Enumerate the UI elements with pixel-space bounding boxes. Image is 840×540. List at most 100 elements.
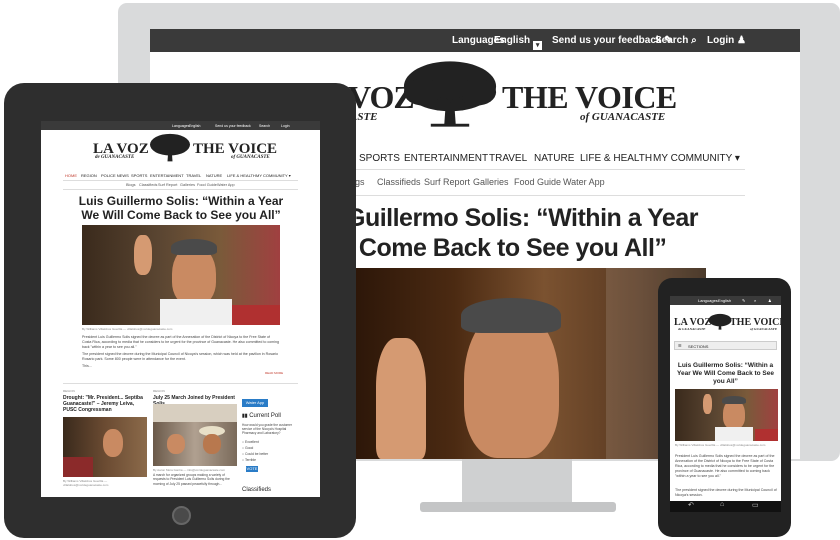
- nav-life-health[interactable]: LIFE & HEALTH: [580, 153, 652, 164]
- tablet-col1-title[interactable]: Drought: "Mr. President... Septiba Guana…: [63, 395, 147, 413]
- tablet-col2-face-1: [167, 434, 185, 454]
- tablet-subnav-divider: [63, 189, 298, 190]
- nav-entertainment[interactable]: ENTERTAINMENT: [404, 153, 488, 164]
- tablet-section-divider: [63, 383, 298, 384]
- tablet-col2-text: A march for organized groups making a va…: [153, 473, 230, 486]
- monitor-stand-base: [420, 502, 616, 512]
- tablet-col2-credit: By Aaron Mora Garcia — info@vozdeguanaca…: [153, 468, 226, 472]
- tablet-poll-options: ○ Excellent ○ Good ○ Could be better ○ T…: [242, 439, 268, 463]
- tablet-subnav-galleries[interactable]: Galleries: [180, 183, 195, 187]
- subnav-water-app[interactable]: Water App: [563, 177, 605, 187]
- tablet-nav-divider: [63, 180, 298, 181]
- tablet-headline[interactable]: Luis Guillermo Solis: “Within a Year We …: [71, 194, 291, 222]
- tablet-classifieds-title[interactable]: Classifieds: [242, 487, 271, 493]
- phone-red-banner: [755, 429, 778, 441]
- tablet-language-select[interactable]: English: [189, 124, 200, 128]
- tablet-water-app-button[interactable]: Water App: [242, 399, 268, 407]
- tablet-subnav-surf[interactable]: Surf Report: [158, 183, 177, 187]
- subnav-galleries[interactable]: Galleries: [473, 177, 509, 187]
- nav-sports[interactable]: SPORTS: [359, 153, 400, 164]
- tablet-subnav-blogs[interactable]: Blogs: [126, 183, 136, 187]
- tablet-hero-photo[interactable]: [82, 225, 280, 325]
- subnav-food-guide[interactable]: Food Guide: [514, 177, 561, 187]
- tablet-logo-la-voz-sub: de GUANACASTE: [95, 155, 135, 160]
- tablet-languages-label: Languages: [172, 124, 190, 128]
- phone-feedback-icon[interactable]: ✎: [742, 298, 745, 303]
- phone-sections-menu[interactable]: ☰ SECTIONS: [674, 341, 777, 350]
- dropdown-icon: ▾: [533, 41, 543, 50]
- phone-logo-la-voz-sub: de GUANACASTE: [678, 327, 706, 331]
- tablet-body-p2: The president signed the decree during t…: [82, 352, 279, 361]
- tablet-read-more[interactable]: READ MORE: [265, 371, 283, 375]
- tablet-nav-home[interactable]: HOME: [65, 173, 77, 178]
- tablet-col2-face-2: [203, 434, 221, 454]
- tablet-nav-travel[interactable]: TRAVEL: [186, 173, 201, 178]
- phone-hero-photo[interactable]: [675, 389, 778, 441]
- tablet-vote-button[interactable]: VOTE: [246, 466, 258, 472]
- phone-android-nav-bar: ↶ ⌂ ▭: [670, 501, 781, 512]
- search-link[interactable]: Search ⌕: [655, 35, 697, 46]
- tablet-screen: Languages English Send us your feedback …: [41, 121, 320, 497]
- tablet-col2-photo[interactable]: [153, 404, 237, 466]
- tablet-login-link[interactable]: Login: [281, 124, 290, 128]
- tablet-feedback-link[interactable]: Send us your feedback: [215, 124, 251, 128]
- phone-photo-credit: By Williams Villalobos Guerilla — villal…: [675, 443, 766, 447]
- oak-tree-logo-icon: [708, 313, 732, 330]
- tablet-raised-hand: [134, 235, 152, 275]
- monitor-stand: [462, 459, 572, 505]
- tablet-nav-region[interactable]: REGION: [81, 173, 97, 178]
- tablet-top-bar: Languages English Send us your feedback …: [41, 121, 320, 130]
- raised-hand: [376, 338, 426, 459]
- nav-divider: [350, 169, 745, 170]
- tablet-president-shirt: [160, 299, 232, 325]
- logo-the-voice-sub: of GUANACASTE: [580, 111, 666, 123]
- tablet-poll-question: How would you grade the customer service…: [242, 423, 292, 435]
- phone-body-p1: President Luis Guillermo Solis signed th…: [675, 454, 775, 478]
- tablet-subnav-water[interactable]: Water App: [217, 183, 235, 187]
- tablet-col1-credit: By Williams Villalobos Guerilla — villal…: [63, 479, 109, 487]
- phone-body-p2: The president signed the decree during t…: [675, 488, 777, 497]
- tablet-nav-entertainment[interactable]: ENTERTAINMENT: [150, 173, 184, 178]
- tablet-nav-my-community[interactable]: MY COMMUNITY ▾: [256, 173, 291, 178]
- tablet-col1-face: [103, 429, 123, 457]
- tablet-nav-police[interactable]: POLICE NEWS: [101, 173, 129, 178]
- tablet-poll-title: ▮▮ Current Poll: [242, 413, 281, 419]
- nav-nature[interactable]: NATURE: [534, 153, 574, 164]
- tablet-nav-nature[interactable]: NATURE: [206, 173, 222, 178]
- tablet-home-button[interactable]: [172, 506, 191, 525]
- tablet-president-hair: [171, 239, 217, 255]
- subnav-surf-report[interactable]: Surf Report: [424, 177, 470, 187]
- phone-logo-the-voice-sub: of GUANACASTE: [750, 327, 778, 331]
- poll-option-terrible[interactable]: ○ Terrible: [242, 457, 268, 463]
- tablet-photo-credit: By Williams Villalobos Guerilla — villal…: [82, 327, 173, 331]
- tablet-search-link[interactable]: Search: [259, 124, 270, 128]
- desktop-hero-photo[interactable]: [346, 268, 706, 459]
- tablet-nav-life-health[interactable]: LIFE & HEALTH: [227, 173, 256, 178]
- phone-search-icon[interactable]: ⌕: [754, 298, 756, 303]
- tablet-col1-photo[interactable]: [63, 417, 147, 477]
- phone-user-icon[interactable]: ♟: [768, 298, 772, 303]
- subnav-divider: [350, 195, 745, 196]
- nav-travel[interactable]: TRAVEL: [489, 153, 527, 164]
- phone-language-select[interactable]: English: [718, 298, 731, 303]
- hamburger-icon: ☰: [678, 343, 682, 348]
- tablet-body-p1: President Luis Guillermo Solis signed th…: [82, 335, 279, 349]
- phone-sections-label: SECTIONS: [688, 344, 709, 349]
- desktop-headline[interactable]: Guillermo Solis: “Within a Year l Come B…: [346, 203, 756, 263]
- phone-president-hair: [722, 396, 746, 404]
- tablet-subnav-food[interactable]: Food Guide: [197, 183, 217, 187]
- desktop-top-bar: Languages English ▾ Send us your feedback…: [150, 29, 800, 52]
- login-link[interactable]: Login ♟: [707, 35, 746, 46]
- nav-my-community[interactable]: MY COMMUNITY ▾: [653, 153, 740, 164]
- recents-icon[interactable]: ▭: [752, 501, 759, 509]
- phone-president-shirt: [715, 427, 753, 441]
- tablet-subnav-classifieds[interactable]: Classifieds: [139, 183, 157, 187]
- phone-headline[interactable]: Luis Guillermo Solis: “Within a Year We …: [672, 362, 779, 386]
- back-icon[interactable]: ↶: [688, 501, 694, 509]
- phone-screen: Languages English ✎ ⌕ ♟ LA VOZ THE VOICE…: [670, 296, 781, 512]
- tablet-nav-sports[interactable]: SPORTS: [131, 173, 147, 178]
- subnav-classifieds[interactable]: Classifieds: [377, 177, 421, 187]
- home-icon[interactable]: ⌂: [720, 501, 724, 508]
- phone-languages-label: Languages: [698, 298, 718, 303]
- language-select[interactable]: English ▾: [494, 35, 543, 50]
